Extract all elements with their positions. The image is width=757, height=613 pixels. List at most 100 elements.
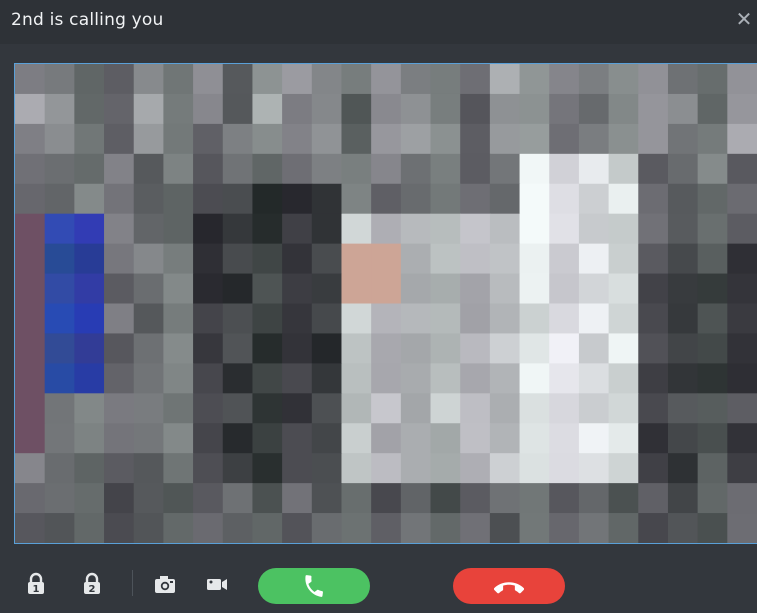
video-record-icon[interactable] — [205, 572, 229, 596]
video-pixel-block — [489, 183, 521, 215]
video-pixel-block — [252, 183, 283, 215]
video-pixel-block — [222, 123, 254, 155]
video-pixel-block — [341, 453, 372, 484]
video-pixel-block — [252, 453, 283, 484]
video-pixel-block — [430, 93, 461, 125]
video-pixel-block — [341, 423, 372, 454]
video-pixel-block — [44, 363, 75, 394]
video-pixel-block — [489, 483, 521, 514]
video-pixel-block — [519, 243, 550, 275]
video-pixel-block — [460, 64, 491, 95]
video-pixel-block — [489, 243, 521, 275]
window-title: 2nd is calling you — [11, 10, 164, 30]
hang-up-button[interactable] — [453, 568, 565, 604]
video-pixel-block — [104, 243, 135, 275]
video-pixel-block — [44, 483, 75, 514]
unlock-1-icon[interactable]: 1 — [24, 572, 48, 596]
video-pixel-block — [400, 243, 432, 275]
video-pixel-block — [519, 183, 550, 215]
video-pixel-block — [430, 333, 461, 364]
unlock-2-icon[interactable]: 2 — [80, 572, 104, 596]
video-pixel-block — [578, 393, 610, 424]
video-pixel-block — [222, 273, 254, 305]
video-pixel-block — [252, 213, 283, 245]
video-pixel-block — [727, 363, 757, 394]
video-pixel-block — [163, 93, 194, 125]
video-pixel-block — [400, 273, 432, 305]
video-pixel-block — [727, 273, 757, 305]
video-pixel-block — [15, 363, 46, 394]
video-pixel-block — [727, 153, 757, 185]
video-pixel-block — [311, 393, 343, 424]
video-pixel-block — [519, 123, 550, 155]
video-pixel-block — [193, 64, 224, 95]
video-pixel-block — [282, 153, 313, 185]
video-pixel-block — [15, 64, 46, 95]
video-pixel-block — [133, 183, 164, 215]
video-pixel-block — [519, 423, 550, 454]
video-pixel-block — [252, 513, 283, 543]
video-pixel-block — [667, 183, 699, 215]
video-pixel-block — [252, 93, 283, 125]
video-pixel-block — [74, 453, 105, 484]
video-pixel-block — [133, 453, 164, 484]
video-pixel-block — [578, 453, 610, 484]
video-pixel-block — [222, 303, 254, 335]
video-pixel-block — [311, 423, 343, 454]
video-pixel-block — [460, 423, 491, 454]
video-pixel-block — [489, 93, 521, 125]
video-pixel-block — [400, 363, 432, 394]
video-pixel-block — [341, 64, 372, 95]
video-pixel-block — [371, 153, 402, 185]
close-icon[interactable]: ✕ — [733, 6, 755, 32]
video-pixel-block — [549, 303, 580, 335]
video-pixel-block — [638, 64, 669, 95]
video-pixel-block — [400, 393, 432, 424]
video-pixel-block — [133, 243, 164, 275]
video-pixel-block — [44, 303, 75, 335]
video-pixel-block — [222, 213, 254, 245]
video-pixel-block — [638, 513, 669, 543]
video-pixel-block — [104, 483, 135, 514]
video-pixel-block — [608, 243, 639, 275]
video-pixel-block — [430, 393, 461, 424]
video-pixel-block — [697, 243, 728, 275]
video-pixel-block — [193, 483, 224, 514]
video-pixel-block — [608, 453, 639, 484]
video-pixel-block — [74, 483, 105, 514]
camera-snapshot-icon[interactable] — [153, 572, 177, 596]
video-pixel-block — [578, 273, 610, 305]
video-pixel-block — [44, 423, 75, 454]
video-pixel-block — [133, 64, 164, 95]
video-pixel-block — [519, 303, 550, 335]
video-pixel-block — [311, 273, 343, 305]
video-pixel-block — [697, 273, 728, 305]
video-pixel-block — [282, 243, 313, 275]
video-pixel-block — [222, 363, 254, 394]
video-pixel-block — [638, 303, 669, 335]
video-pixel-block — [44, 273, 75, 305]
phone-answer-icon — [305, 575, 323, 597]
video-pixel-block — [430, 213, 461, 245]
video-pixel-block — [282, 333, 313, 364]
video-pixel-block — [460, 183, 491, 215]
video-pixel-block — [252, 123, 283, 155]
call-controls: 1 2 — [0, 556, 757, 613]
video-pixel-block — [193, 363, 224, 394]
video-pixel-block — [252, 423, 283, 454]
video-pixel-block — [519, 453, 550, 484]
video-pixel-block — [608, 153, 639, 185]
video-pixel-block — [578, 153, 610, 185]
answer-call-button[interactable] — [258, 568, 370, 604]
video-pixel-block — [104, 213, 135, 245]
video-pixel-block — [133, 423, 164, 454]
video-pixel-block — [222, 483, 254, 514]
video-pixel-block — [163, 303, 194, 335]
video-pixel-block — [667, 243, 699, 275]
video-pixel-block — [74, 153, 105, 185]
video-pixel-block — [549, 393, 580, 424]
video-pixel-block — [400, 453, 432, 484]
video-pixel-block — [282, 123, 313, 155]
video-pixel-block — [311, 483, 343, 514]
video-pixel-block — [667, 123, 699, 155]
